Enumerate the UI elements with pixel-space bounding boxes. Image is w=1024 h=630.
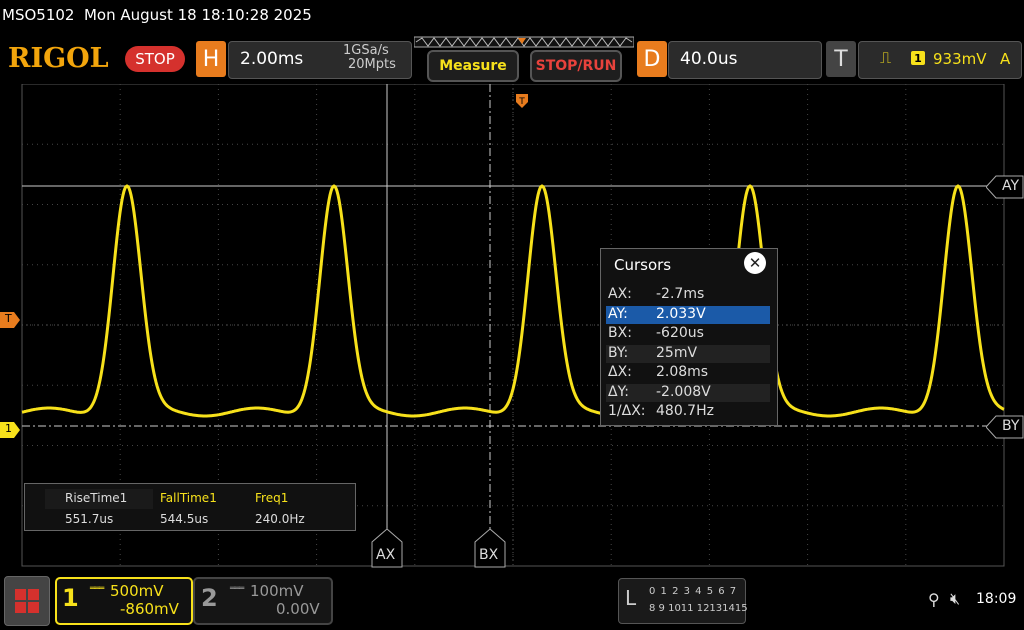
measurement-label-risetime[interactable]: RiseTime1 bbox=[65, 491, 127, 505]
channel2-scale: 100mV bbox=[250, 582, 304, 600]
measure-button[interactable]: Measure bbox=[427, 50, 519, 82]
trigger-position-strip bbox=[414, 36, 634, 48]
cursor-row[interactable]: BY: 25mV bbox=[606, 344, 770, 363]
logic-analyzer-panel[interactable] bbox=[618, 578, 746, 624]
run-status-stop-badge[interactable]: STOP bbox=[125, 46, 185, 72]
channel1-number: 1 bbox=[62, 584, 79, 612]
channel1-ground-marker-label: 1 bbox=[5, 422, 12, 435]
memory-depth: 20Mpts bbox=[348, 57, 396, 72]
cursor-row-value: 2.033V bbox=[656, 305, 706, 322]
horizontal-menu-button[interactable]: H bbox=[196, 41, 226, 77]
measurement-value-freq: 240.0Hz bbox=[255, 512, 305, 526]
main-menu-button[interactable] bbox=[4, 576, 50, 626]
channel2-offset: 0.00V bbox=[276, 600, 320, 618]
close-icon[interactable]: ✕ bbox=[744, 252, 766, 274]
trigger-source-badge: 1 bbox=[911, 51, 925, 65]
delay-value: 40.0us bbox=[680, 49, 738, 69]
cursor-row-key: ΔY: bbox=[608, 383, 629, 400]
dc-coupling-icon: ═══ bbox=[230, 584, 244, 594]
logic-channels-row2: 8 9 1011 12131415 bbox=[649, 603, 748, 614]
stop-run-button[interactable]: STOP/RUN bbox=[530, 50, 622, 82]
rigol-logo: RIGOL bbox=[8, 43, 109, 74]
cursor-row-key: BY: bbox=[608, 344, 629, 361]
channel1-offset: -860mV bbox=[120, 600, 179, 618]
measurement-value-risetime: 551.7us bbox=[65, 512, 114, 526]
cursors-panel-title: Cursors bbox=[614, 256, 672, 274]
cursor-row-key: 1/ΔX: bbox=[608, 403, 646, 419]
measurement-label-falltime[interactable]: FallTime1 bbox=[160, 491, 217, 505]
cursor-row[interactable]: 1/ΔX: 480.7Hz bbox=[606, 403, 770, 421]
dc-coupling-icon: ═══ bbox=[90, 584, 104, 594]
cursor-row-key: AX: bbox=[608, 286, 632, 302]
timebase-value: 2.00ms bbox=[240, 49, 304, 69]
speaker-muted-icon[interactable]: 🔇︎ bbox=[950, 589, 960, 609]
trigger-level-value: 933mV bbox=[933, 50, 987, 68]
trigger-menu-button[interactable]: T bbox=[826, 41, 856, 77]
cursor-ay-label: AY bbox=[1002, 178, 1020, 194]
cursor-row-key: BX: bbox=[608, 325, 632, 341]
cursor-by-label: BY bbox=[1002, 418, 1020, 434]
cursor-bx-label: BX bbox=[479, 547, 499, 563]
cursor-row-value: 25mV bbox=[656, 344, 698, 361]
usb-icon: ⚲ bbox=[928, 590, 940, 609]
cursor-row-value: -2.008V bbox=[656, 383, 711, 400]
logic-analyzer-letter: L bbox=[625, 586, 637, 610]
cursor-row-key: ΔX: bbox=[608, 364, 632, 380]
menu-grid-icon bbox=[15, 589, 39, 613]
measurement-label-freq[interactable]: Freq1 bbox=[255, 491, 288, 505]
delay-menu-button[interactable]: D bbox=[637, 41, 667, 77]
measurement-value-falltime: 544.5us bbox=[160, 512, 209, 526]
sample-rate: 1GSa/s bbox=[343, 43, 389, 58]
cursor-row-value: -2.7ms bbox=[656, 286, 705, 302]
trigger-level-marker-label: T bbox=[5, 312, 12, 325]
cursor-row[interactable]: BX: -620us bbox=[606, 325, 770, 343]
cursor-row[interactable]: AX: -2.7ms bbox=[606, 286, 770, 304]
cursor-row-value: 480.7Hz bbox=[656, 403, 714, 419]
channel2-number: 2 bbox=[201, 584, 218, 612]
cursor-row[interactable]: AY: 2.033V bbox=[606, 305, 770, 324]
cursor-ax-label: AX bbox=[376, 547, 396, 563]
cursor-row-value: 2.08ms bbox=[656, 364, 709, 380]
trigger-position-marker-glyph: T bbox=[518, 97, 525, 107]
logic-channels-row1: 0 1 2 3 4 5 6 7 bbox=[649, 586, 738, 597]
rising-edge-icon: ⎍ bbox=[880, 48, 892, 67]
trigger-mode: A bbox=[1000, 50, 1011, 68]
cursor-row-key: AY: bbox=[608, 305, 628, 322]
channel1-scale: 500mV bbox=[110, 582, 164, 600]
cursor-row[interactable]: ΔX: 2.08ms bbox=[606, 364, 770, 382]
cursor-row[interactable]: ΔY: -2.008V bbox=[606, 383, 770, 402]
clock: 18:09 bbox=[976, 591, 1017, 607]
window-title: MSO5102 Mon August 18 18:10:28 2025 bbox=[2, 6, 312, 24]
cursor-row-value: -620us bbox=[656, 325, 704, 341]
